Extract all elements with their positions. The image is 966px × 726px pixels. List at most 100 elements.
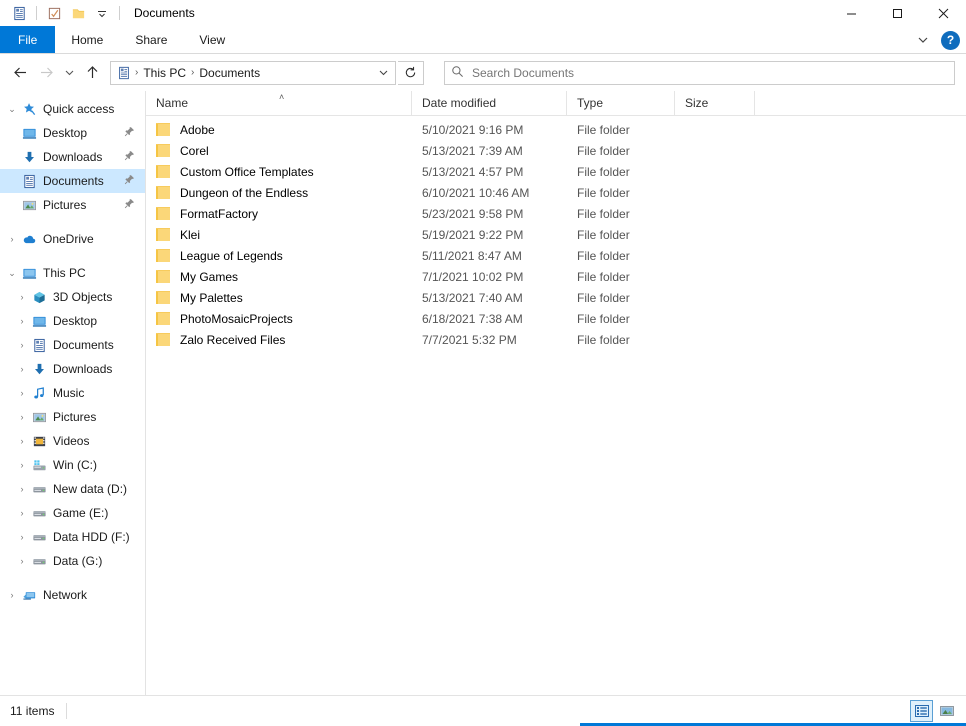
large-icons-view-button[interactable] [935, 700, 958, 722]
sidebar-item-data-hdd-f[interactable]: › Data HDD (F:) [0, 525, 145, 549]
sidebar-group-this-pc[interactable]: ⌄ This PC [0, 261, 145, 285]
close-button[interactable] [920, 0, 966, 26]
sidebar-group-quick-access[interactable]: ⌄ Quick access [0, 97, 145, 121]
table-row[interactable]: League of Legends5/11/2021 8:47 AMFile f… [146, 245, 966, 266]
recent-locations-button[interactable] [60, 61, 78, 85]
tab-file[interactable]: File [0, 26, 55, 53]
breadcrumb-separator-2[interactable]: › [189, 67, 196, 78]
quick-access-toolbar [0, 0, 124, 26]
pin-icon[interactable] [124, 150, 135, 164]
sidebar-item-new-data-d[interactable]: › New data (D:) [0, 477, 145, 501]
status-separator [66, 703, 67, 719]
cell-type: File folder [567, 312, 675, 326]
sidebar-item-documents-qa[interactable]: Documents [0, 169, 145, 193]
sidebar-item-3d-objects[interactable]: › 3D Objects [0, 285, 145, 309]
sidebar-item-documents-pc[interactable]: › Documents [0, 333, 145, 357]
toolbar-separator [36, 6, 37, 20]
chevron-right-icon[interactable]: › [14, 436, 30, 446]
column-header-name[interactable]: Name ˄ [146, 91, 412, 116]
pin-icon[interactable] [124, 126, 135, 140]
sidebar-item-desktop-pc[interactable]: › Desktop [0, 309, 145, 333]
address-dropdown-icon[interactable] [373, 62, 393, 84]
sidebar-item-music[interactable]: › Music [0, 381, 145, 405]
column-header-date-modified[interactable]: Date modified [412, 91, 567, 116]
sidebar-item-pictures-qa[interactable]: Pictures [0, 193, 145, 217]
details-view-button[interactable] [910, 700, 933, 722]
chevron-right-icon[interactable]: › [14, 412, 30, 422]
drive-icon [30, 482, 48, 497]
table-row[interactable]: Dungeon of the Endless6/10/2021 10:46 AM… [146, 182, 966, 203]
sidebar-item-desktop-qa[interactable]: Desktop [0, 121, 145, 145]
breadcrumb-separator-1[interactable]: › [133, 67, 140, 78]
star-pin-icon [20, 102, 38, 117]
sidebar-item-onedrive[interactable]: › OneDrive [0, 227, 145, 251]
up-button[interactable] [80, 61, 104, 85]
folder-icon[interactable] [67, 2, 89, 24]
chevron-right-icon[interactable]: › [14, 292, 30, 302]
sidebar-item-downloads-pc[interactable]: › Downloads [0, 357, 145, 381]
documents-icon [20, 174, 38, 189]
table-row[interactable]: Klei5/19/2021 9:22 PMFile folder [146, 224, 966, 245]
cell-date-modified: 6/10/2021 10:46 AM [412, 186, 567, 200]
sidebar-item-data-g[interactable]: › Data (G:) [0, 549, 145, 573]
search-icon [451, 65, 464, 81]
table-row[interactable]: Zalo Received Files7/7/2021 5:32 PMFile … [146, 329, 966, 350]
pin-icon[interactable] [124, 198, 135, 212]
cell-name: Corel [146, 144, 412, 158]
forward-button[interactable] [34, 61, 58, 85]
file-name-label: League of Legends [180, 249, 283, 263]
sidebar-item-win-c[interactable]: › Win (C:) [0, 453, 145, 477]
chevron-right-icon[interactable]: › [14, 364, 30, 374]
sidebar-item-videos[interactable]: › Videos [0, 429, 145, 453]
properties-icon[interactable] [8, 2, 30, 24]
column-label: Type [577, 96, 603, 110]
sidebar-item-network[interactable]: › Network [0, 583, 145, 607]
chevron-down-icon[interactable] [913, 30, 933, 50]
search-box[interactable]: Search Documents [444, 61, 955, 85]
column-header-size[interactable]: Size [675, 91, 755, 116]
address-bar[interactable]: › This PC › Documents [110, 61, 396, 85]
file-name-label: PhotoMosaicProjects [180, 312, 293, 326]
chevron-down-icon[interactable]: ⌄ [4, 268, 20, 279]
chevron-right-icon[interactable]: › [14, 388, 30, 398]
file-name-label: Custom Office Templates [180, 165, 314, 179]
chevron-right-icon[interactable]: › [4, 590, 20, 600]
sidebar-item-game-e[interactable]: › Game (E:) [0, 501, 145, 525]
table-row[interactable]: FormatFactory5/23/2021 9:58 PMFile folde… [146, 203, 966, 224]
table-row[interactable]: PhotoMosaicProjects6/18/2021 7:38 AMFile… [146, 308, 966, 329]
chevron-right-icon[interactable]: › [14, 532, 30, 542]
new-folder-icon[interactable] [43, 2, 65, 24]
tab-view[interactable]: View [183, 26, 241, 53]
table-row[interactable]: Custom Office Templates5/13/2021 4:57 PM… [146, 161, 966, 182]
breadcrumb-documents[interactable]: Documents [196, 66, 263, 80]
table-row[interactable]: Corel5/13/2021 7:39 AMFile folder [146, 140, 966, 161]
cell-type: File folder [567, 333, 675, 347]
chevron-right-icon[interactable]: › [14, 508, 30, 518]
sidebar-item-pictures-pc[interactable]: › Pictures [0, 405, 145, 429]
maximize-button[interactable] [874, 0, 920, 26]
chevron-right-icon[interactable]: › [14, 340, 30, 350]
help-icon[interactable]: ? [941, 31, 960, 50]
chevron-right-icon[interactable]: › [14, 460, 30, 470]
chevron-down-icon[interactable]: ⌄ [4, 104, 20, 115]
sidebar-item-downloads-qa[interactable]: Downloads [0, 145, 145, 169]
minimize-button[interactable] [828, 0, 874, 26]
table-row[interactable]: My Palettes5/13/2021 7:40 AMFile folder [146, 287, 966, 308]
chevron-right-icon[interactable]: › [14, 316, 30, 326]
chevron-right-icon[interactable]: › [4, 234, 20, 244]
refresh-button[interactable] [398, 61, 424, 85]
back-button[interactable] [8, 61, 32, 85]
table-row[interactable]: My Games7/1/2021 10:02 PMFile folder [146, 266, 966, 287]
chevron-right-icon[interactable]: › [14, 556, 30, 566]
tab-share[interactable]: Share [119, 26, 183, 53]
customize-dropdown-icon[interactable] [91, 2, 113, 24]
cell-date-modified: 5/19/2021 9:22 PM [412, 228, 567, 242]
tab-home[interactable]: Home [55, 26, 119, 53]
sidebar-label: Quick access [43, 102, 114, 116]
table-row[interactable]: Adobe5/10/2021 9:16 PMFile folder [146, 119, 966, 140]
breadcrumb-this-pc[interactable]: This PC [140, 66, 189, 80]
sidebar-item-label: Pictures [53, 410, 96, 424]
pin-icon[interactable] [124, 174, 135, 188]
chevron-right-icon[interactable]: › [14, 484, 30, 494]
column-header-type[interactable]: Type [567, 91, 675, 116]
